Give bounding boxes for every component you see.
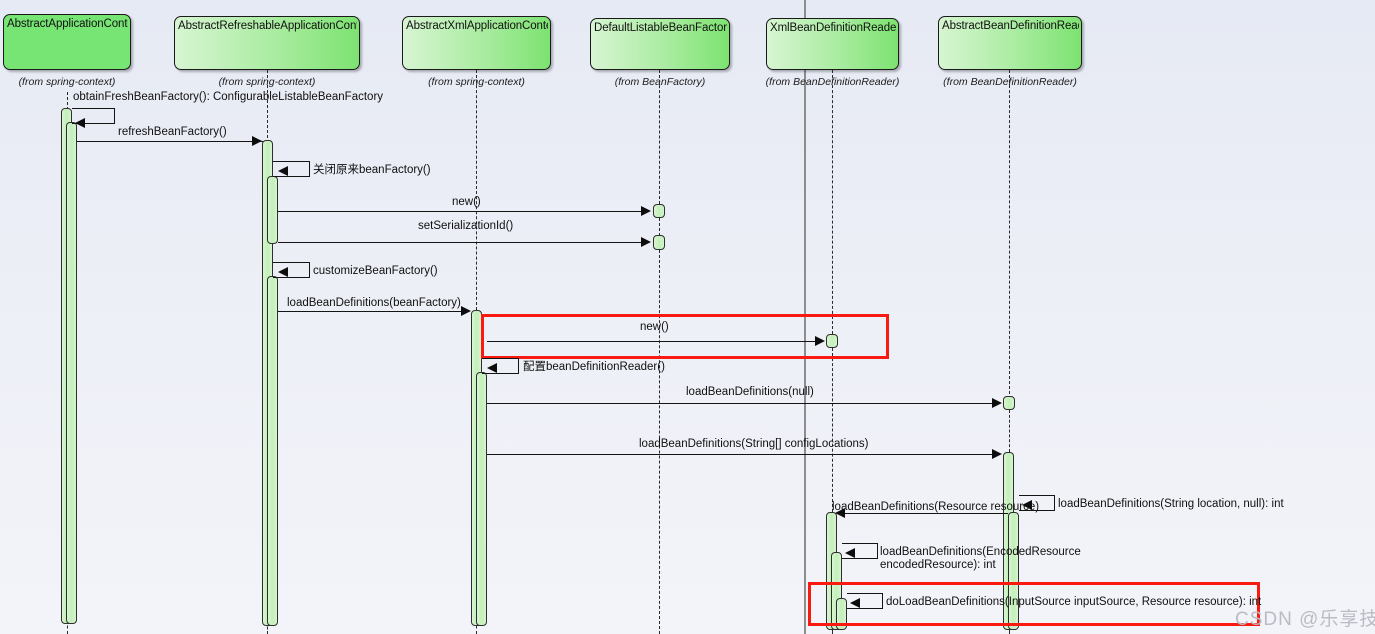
lifeline-line-2 [476, 70, 477, 310]
lifeline-header-defaultlistablebeanfactory[interactable]: DefaultListableBeanFactory [590, 18, 730, 70]
message-arrow-7 [815, 336, 825, 346]
message-line-1 [77, 141, 263, 142]
message-arrow-5 [278, 267, 288, 277]
message-line-3 [278, 211, 643, 212]
message-arrow-1 [252, 136, 262, 146]
message-arrow-3 [641, 206, 651, 216]
message-label-3: new() [452, 196, 481, 208]
activation-bar-3a [653, 204, 665, 218]
lifeline-line-4 [832, 70, 833, 334]
lifeline-line-3-mid [659, 218, 660, 236]
lifeline-header-abstractrefreshableapplicationcontext[interactable]: AbstractRefreshableApplicationContext [174, 16, 360, 70]
lifeline-header-abstractxmlapplicationcontext[interactable]: AbstractXmlApplicationContext [402, 16, 551, 70]
sequence-diagram-canvas: AbstractApplicationContext (from spring-… [0, 0, 1375, 634]
lifeline-name: DefaultListableBeanFactory [594, 22, 727, 34]
activation-bar-3b [653, 235, 665, 250]
message-arrow-9 [992, 398, 1002, 408]
lifeline-package-abstractbeandefinitionreader: (from BeanDefinitionReader) [943, 76, 1077, 88]
lifeline-package-defaultlistablebeanfactory: (from BeanFactory) [614, 76, 706, 88]
message-line-4 [278, 242, 643, 243]
message-arrow-14 [850, 598, 860, 608]
message-arrow-10 [992, 449, 1002, 459]
message-label-5: customizeBeanFactory() [313, 265, 438, 277]
lifeline-header-abstractbeandefinitionreader[interactable]: AbstractBeanDefinitionReader [938, 16, 1082, 70]
lifeline-line-4-mid [832, 348, 833, 512]
lifeline-name: XmlBeanDefinitionReader [770, 22, 896, 34]
message-arrow-0 [75, 118, 85, 128]
message-arrow-6 [461, 306, 471, 316]
lifeline-name: AbstractBeanDefinitionReader [942, 20, 1079, 32]
lifeline-name: AbstractApplicationContext [7, 18, 128, 30]
message-label-0: obtainFreshBeanFactory(): ConfigurableLi… [73, 91, 384, 103]
message-line-12 [837, 513, 1008, 514]
activation-bar-5a [1003, 396, 1015, 410]
activation-bar-1b [267, 176, 278, 244]
lifeline-line-3 [659, 70, 660, 204]
message-arrow-4 [641, 237, 651, 247]
message-label-10: loadBeanDefinitions(String[] configLocat… [639, 438, 869, 450]
activation-bar-1c [267, 276, 278, 626]
lifeline-package-abstractapplicationcontext: (from spring-context) [18, 76, 116, 88]
lifeline-name: AbstractXmlApplicationContext [406, 20, 548, 32]
message-label-6: loadBeanDefinitions(beanFactory) [287, 297, 461, 309]
lifeline-line-5-mid [1009, 410, 1010, 452]
csdn-watermark: CSDN @乐享技术 [1235, 609, 1375, 630]
message-label-7: new() [640, 321, 669, 333]
message-arrow-8 [487, 363, 497, 373]
message-line-9 [487, 403, 993, 404]
message-label-11: loadBeanDefinitions(String location, nul… [1058, 498, 1284, 510]
message-arrow-2 [278, 166, 288, 176]
message-line-6 [278, 311, 462, 312]
message-label-14: doLoadBeanDefinitions(InputSource inputS… [886, 596, 1262, 608]
message-label-9: loadBeanDefinitions(null) [686, 386, 814, 398]
message-label-13: loadBeanDefinitions(EncodedResource enco… [880, 546, 1081, 571]
message-label-2: 关闭原来beanFactory() [313, 164, 431, 176]
message-arrow-13 [845, 548, 855, 558]
message-line-7 [487, 341, 816, 342]
activation-bar-2b [476, 372, 487, 626]
lifeline-header-xmlbeandefinitionreader[interactable]: XmlBeanDefinitionReader [766, 18, 899, 70]
lifeline-line-5 [1009, 70, 1010, 394]
message-label-1: refreshBeanFactory() [118, 126, 227, 138]
message-arrow-12 [835, 508, 845, 518]
lifeline-name: AbstractRefreshableApplicationContext [178, 20, 357, 32]
lifeline-header-abstractapplicationcontext[interactable]: AbstractApplicationContext [3, 14, 131, 70]
highlight-box-new-xmlbeandefinitionreader [481, 314, 889, 359]
message-line-10 [487, 454, 993, 455]
activation-bar-0b [66, 122, 77, 624]
message-label-8: 配置beanDefinitionReader() [523, 361, 665, 373]
lifeline-line-1 [267, 70, 268, 143]
message-label-4: setSerializationId() [418, 220, 514, 232]
